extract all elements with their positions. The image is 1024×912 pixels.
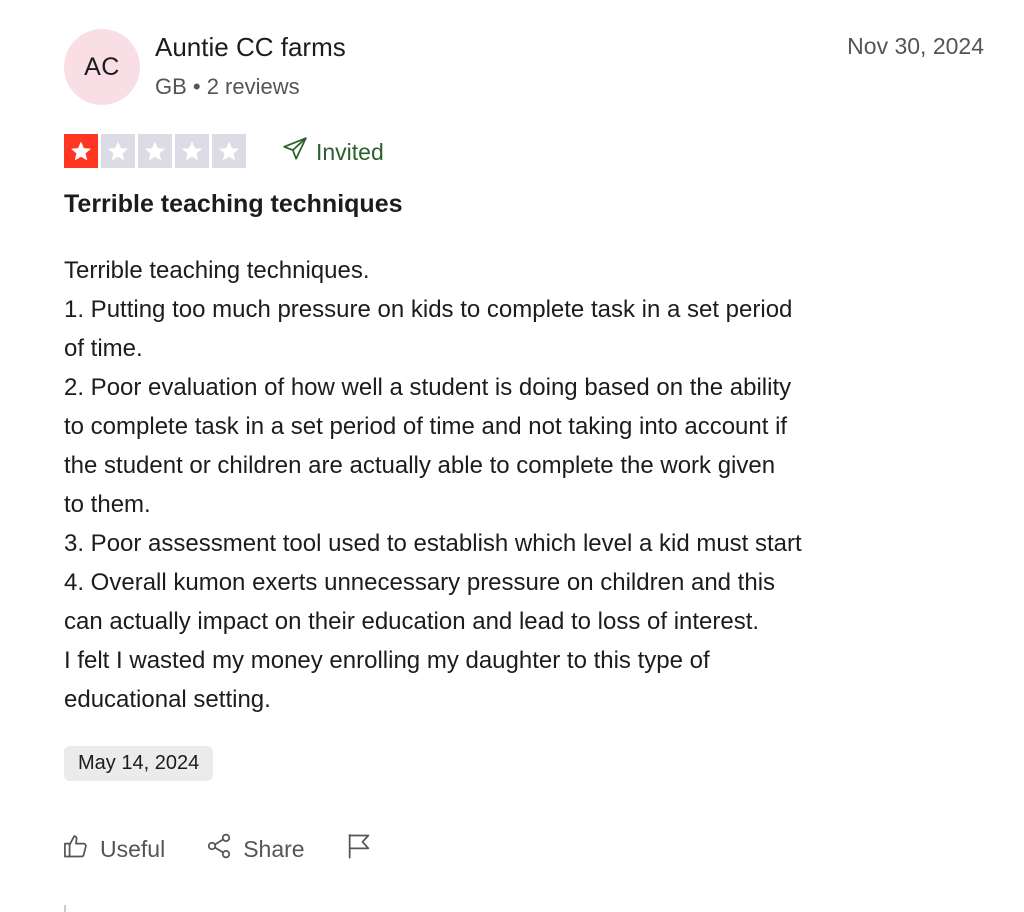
review-body-line: 4. Overall kumon exerts unnecessary pres… xyxy=(64,569,776,596)
review-title[interactable]: Terrible teaching techniques xyxy=(64,190,403,219)
share-icon xyxy=(205,832,233,866)
star-3-empty xyxy=(138,134,172,168)
star-5-empty xyxy=(212,134,246,168)
star-rating xyxy=(64,134,246,168)
review-date: Nov 30, 2024 xyxy=(847,33,984,59)
useful-label: Useful xyxy=(100,835,166,862)
review-body-line: educational setting. xyxy=(64,686,271,713)
thumbs-up-icon xyxy=(62,832,90,866)
review-body: Terrible teaching techniques. 1. Putting… xyxy=(64,251,964,719)
experience-date-badge: May 14, 2024 xyxy=(64,746,214,781)
review-body-line: Terrible teaching techniques. xyxy=(64,257,370,284)
share-label: Share xyxy=(243,835,305,862)
report-button[interactable] xyxy=(345,832,373,866)
review-body-line: I felt I wasted my money enrolling my da… xyxy=(64,647,710,674)
paper-plane-icon xyxy=(282,136,308,168)
reviewer-meta: GB • 2 reviews xyxy=(155,74,300,99)
review-body-line: to them. xyxy=(64,491,151,518)
review-body-line: 1. Putting too much pressure on kids to … xyxy=(64,296,793,323)
useful-button[interactable]: Useful xyxy=(62,832,165,866)
review-body-line: 2. Poor evaluation of how well a student… xyxy=(64,374,792,401)
review-body-line: to complete task in a set period of time… xyxy=(64,413,788,440)
review-card: AC Auntie CC farms GB • 2 reviews Nov 30… xyxy=(0,0,1024,912)
invited-label: Invited xyxy=(316,138,384,165)
invited-badge[interactable]: Invited xyxy=(282,136,384,168)
star-4-empty xyxy=(175,134,209,168)
review-body-line: of time. xyxy=(64,335,143,362)
avatar-initials: AC xyxy=(84,52,120,81)
avatar[interactable]: AC xyxy=(64,29,140,105)
review-body-line: 3. Poor assessment tool used to establis… xyxy=(64,530,802,557)
flag-icon xyxy=(345,832,373,866)
review-body-line: can actually impact on their education a… xyxy=(64,608,760,635)
review-actions: Useful Share xyxy=(62,832,373,866)
review-body-line: the student or children are actually abl… xyxy=(64,452,776,479)
star-2-empty xyxy=(101,134,135,168)
reviewer-name[interactable]: Auntie CC farms xyxy=(155,32,346,63)
share-button[interactable]: Share xyxy=(205,832,305,866)
divider xyxy=(64,905,66,912)
star-1-filled xyxy=(64,134,98,168)
